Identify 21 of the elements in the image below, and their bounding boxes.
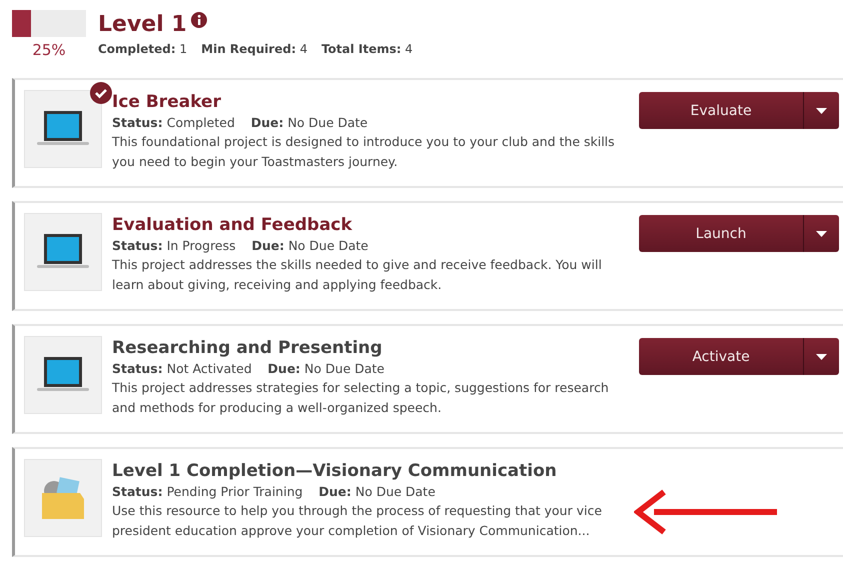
project-status: Status: In Progress Due: No Due Date xyxy=(112,237,370,255)
level-title: Level 1 xyxy=(98,11,187,39)
project-description: This project addresses strategies for selecting a topic, suggestions for research and methods for producing a well-organized speech. xyxy=(112,379,610,417)
progress-percent: 25% xyxy=(32,41,66,59)
project-description: Use this resource to help you through the process of requesting that your vice president education approve your completion of Visionary Communication... xyxy=(112,502,603,540)
level-stat: Min Required: 4 xyxy=(201,42,308,56)
info-icon[interactable] xyxy=(190,12,207,28)
project-title: Researching and Presenting xyxy=(112,337,384,360)
project-status: Status: Completed Due: No Due Date xyxy=(112,114,369,132)
project-title: Ice Breaker xyxy=(112,91,222,114)
caret-icon xyxy=(816,230,827,236)
project-status: Status: Pending Prior Training Due: No Due Date xyxy=(112,483,436,501)
caret-icon xyxy=(816,354,827,360)
level-stat: Total Items: 4 xyxy=(321,42,413,56)
project-description: This project addresses the skills needed to give and receive feedback. You will learn about giving, receiving and applying feedback. xyxy=(112,256,603,294)
project-status: Status: Not Activated Due: No Due Date xyxy=(112,360,386,378)
project-title: Evaluation and Feedback xyxy=(112,214,354,237)
caret-icon xyxy=(816,108,827,114)
project-description: This foundational project is designed to introduce you to your club and the skills you need to begin your Toastmasters journey. xyxy=(112,133,616,171)
level-stat: Completed: 1 xyxy=(98,42,188,56)
project-title: Level 1 Completion—Visionary Communication xyxy=(112,460,558,483)
